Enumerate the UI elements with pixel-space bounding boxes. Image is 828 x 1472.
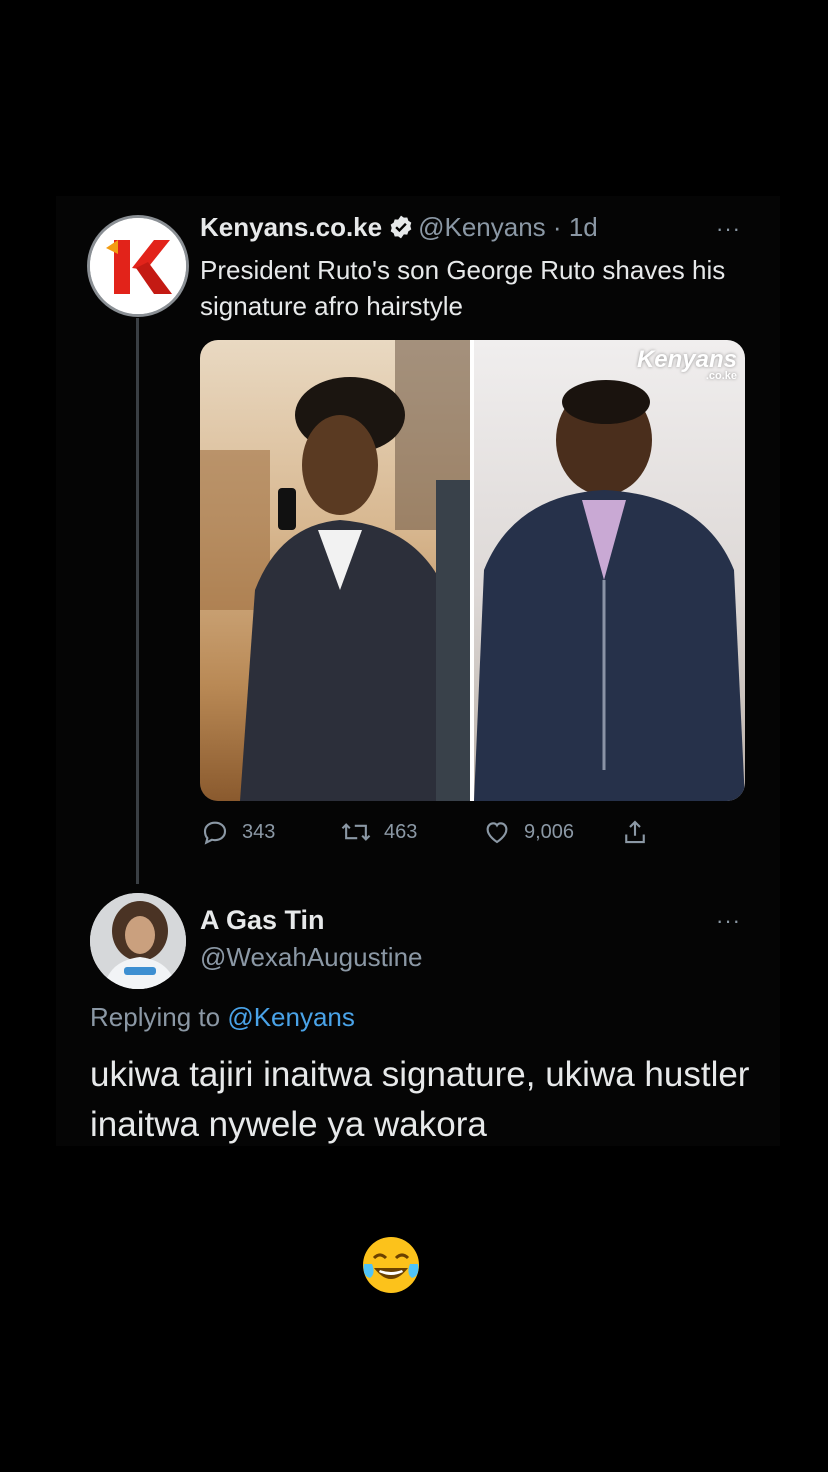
share-icon (625, 820, 645, 844)
reply-text: ukiwa tajiri inaitwa signature, ukiwa hu… (90, 1055, 750, 1144)
retweet-count: 463 (384, 820, 418, 843)
reply-count: 343 (242, 820, 276, 843)
author-handle[interactable]: @Kenyans (418, 212, 546, 242)
tweet-header: Kenyans.co.ke @Kenyans · 1d (200, 212, 598, 247)
retweet-button[interactable]: 463 (340, 812, 417, 852)
dot-separator: · (552, 212, 562, 242)
replying-to-line: Replying to @Kenyans (90, 1002, 355, 1033)
photo-afro-hairstyle (200, 340, 470, 801)
face-with-tears-of-joy-icon (360, 1234, 422, 1296)
photo-shaved-hairstyle: Kenyans .co.ke (474, 340, 745, 801)
kenyans-logo-icon (90, 218, 186, 314)
verified-badge-icon (388, 214, 414, 247)
tweet-more-options-icon[interactable]: ··· (716, 216, 741, 242)
user-photo-icon (90, 893, 186, 989)
heart-icon (486, 822, 508, 844)
tweet-text: President Ruto's son George Ruto shaves … (200, 255, 726, 321)
replying-to-label: Replying to (90, 1002, 221, 1032)
replying-to-mention[interactable]: @Kenyans (227, 1002, 355, 1032)
share-button[interactable] (620, 812, 650, 852)
author-name[interactable]: Kenyans.co.ke (200, 212, 382, 242)
kenyans-avatar[interactable] (90, 218, 186, 314)
tweet-media[interactable]: Kenyans .co.ke (200, 340, 745, 801)
reply-icon (203, 821, 227, 845)
reply-more-options-icon[interactable]: ··· (716, 908, 741, 934)
like-button[interactable]: 9,006 (482, 812, 574, 852)
tweet-actions: 343 463 9,006 (200, 812, 660, 852)
reply-author-name[interactable]: A Gas Tin (200, 905, 325, 936)
thread-connector-line (136, 318, 139, 884)
reply-button[interactable]: 343 (200, 812, 275, 852)
like-count: 9,006 (524, 820, 575, 843)
tweet-timestamp[interactable]: 1d (569, 212, 598, 242)
kenyans-watermark: Kenyans .co.ke (636, 346, 737, 383)
reply-author-handle[interactable]: @WexahAugustine (200, 942, 423, 973)
retweet-icon (341, 823, 371, 841)
reply-author-avatar[interactable] (90, 893, 186, 989)
